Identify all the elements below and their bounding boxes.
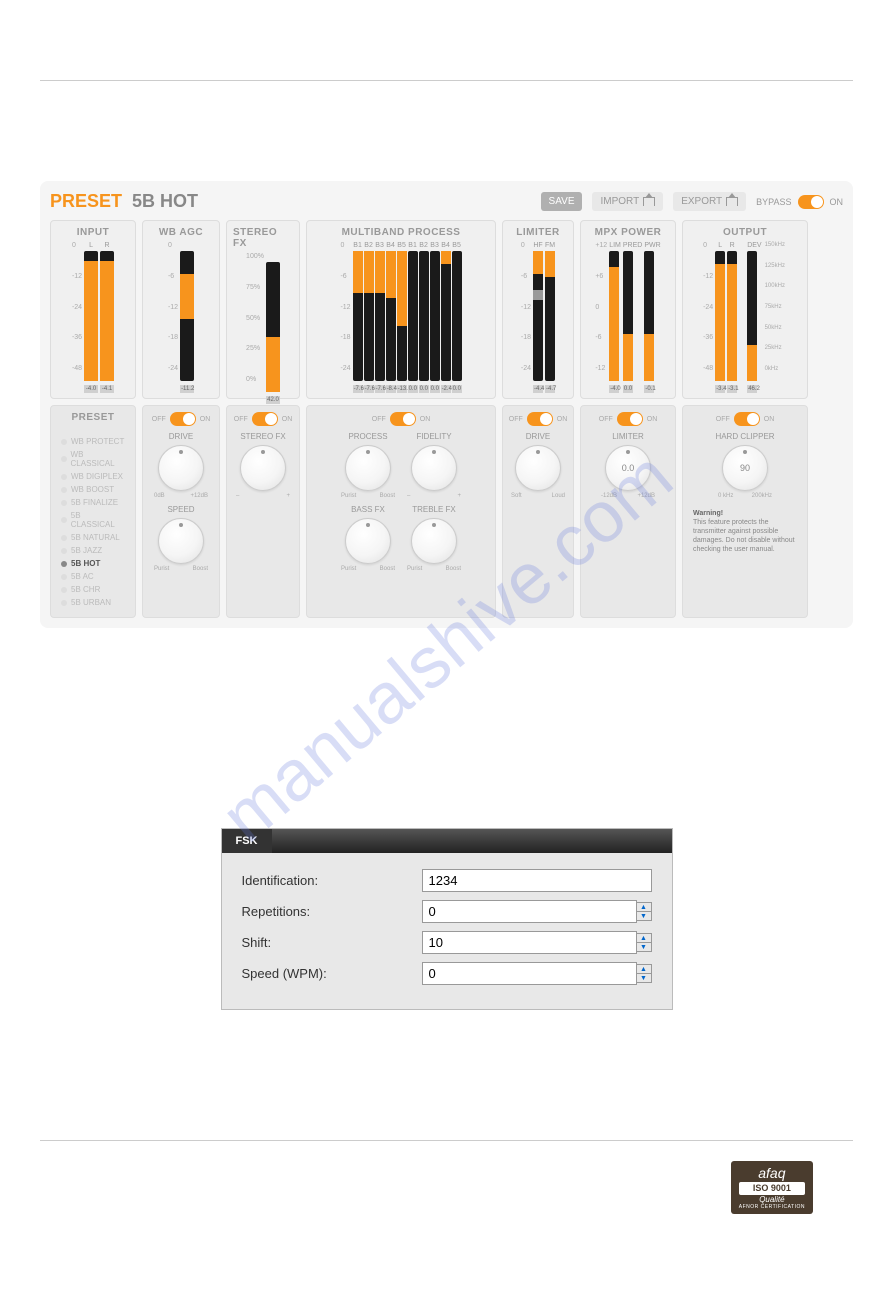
wbagc-controls: OFFON DRIVE0dB+12dB SPEEDPuristBoost [142, 405, 220, 618]
limiter-meter-fm: -4.7 [545, 251, 555, 381]
output-controls: OFFON HARD CLIPPER900 kHz200kHz Warning!… [682, 405, 808, 618]
wbagc-panel: WB AGC 0-6-12-18-24 -11.2 [142, 220, 220, 399]
warning-text: Warning!This feature protects the transm… [689, 505, 801, 558]
output-toggle[interactable] [734, 412, 760, 426]
hardclip-knob[interactable]: 90 [722, 445, 768, 491]
mpx-controls: OFFON LIMITER0.0-12dB+12dB [580, 405, 676, 618]
bassfx-knob[interactable] [345, 518, 391, 564]
mpx-meter-lim: -4.0 [609, 251, 619, 381]
process-knob[interactable] [345, 445, 391, 491]
fsk-panel: FSK Identification: Repetitions: ▲▼ Shift… [221, 828, 673, 1010]
shift-label: Shift: [242, 935, 422, 950]
multiband-meter-4: -13.6 [397, 251, 407, 381]
multiband-meter-3: -8.4 [386, 251, 396, 381]
import-icon [643, 197, 655, 206]
export-icon [726, 197, 738, 206]
preset-item-wb-classical[interactable]: WB CLASSICAL [61, 450, 125, 468]
input-meter-l: -4.0 [84, 251, 98, 381]
limiter-panel: LIMITER 0-6-12-18-24 HF-4.4 FM-4.7 [502, 220, 574, 399]
preset-item-5b-urban[interactable]: 5B URBAN [61, 598, 125, 607]
stereofx-meter: 42.0 [266, 262, 280, 392]
limiter-drive-knob[interactable] [515, 445, 561, 491]
repetitions-input[interactable] [422, 900, 637, 923]
multiband-meter-5: 0.0 [408, 251, 418, 381]
preset-name: 5B HOT [132, 191, 198, 212]
preset-item-5b-ac[interactable]: 5B AC [61, 572, 125, 581]
input-panel: INPUT 0-12-24-36-48 L -4.0 R -4.1 [50, 220, 136, 399]
speed-input[interactable] [422, 962, 637, 985]
identification-input[interactable] [422, 869, 652, 892]
import-button[interactable]: IMPORT [592, 192, 663, 211]
stereofx-controls: OFFON STEREO FX–+ [226, 405, 300, 618]
identification-label: Identification: [242, 873, 422, 888]
preset-item-5b-jazz[interactable]: 5B JAZZ [61, 546, 125, 555]
stereofx-knob[interactable] [240, 445, 286, 491]
bypass-label: BYPASS [756, 197, 791, 207]
limiter-toggle[interactable] [527, 412, 553, 426]
multiband-meter-6: 0.0 [419, 251, 429, 381]
limiter-meter-hf: -4.4 [533, 251, 543, 381]
drive-knob[interactable] [158, 445, 204, 491]
multiband-panel: MULTIBAND PROCESS 0-6-12-18-24 B1-7.6B2-… [306, 220, 496, 399]
output-panel: OUTPUT 0-12-24-36-48 L-3.4 R-3.1 DEV46.2… [682, 220, 808, 399]
multiband-meter-8: -2.4 [441, 251, 451, 381]
bypass-toggle[interactable] [798, 195, 824, 209]
mpx-toggle[interactable] [617, 412, 643, 426]
multiband-toggle[interactable] [390, 412, 416, 426]
preset-item-5b-natural[interactable]: 5B NATURAL [61, 533, 125, 542]
mpx-panel: MPX POWER +12+60-6-12 LIM-4.0 PRED0.0 PW… [580, 220, 676, 399]
mpx-meter-pwr: -0.1 [644, 251, 654, 381]
preset-item-5b-classical[interactable]: 5B CLASSICAL [61, 511, 125, 529]
output-meter-r: -3.1 [727, 251, 737, 381]
export-button[interactable]: EXPORT [673, 192, 746, 211]
repetitions-spinner[interactable]: ▲▼ [637, 902, 652, 921]
multiband-meter-1: -7.6 [364, 251, 374, 381]
multiband-meter-9: 0.0 [452, 251, 462, 381]
treblefx-knob[interactable] [411, 518, 457, 564]
audio-plugin-panel: PRESET 5B HOT SAVE IMPORT EXPORT BYPASS … [40, 181, 853, 628]
preset-item-5b-chr[interactable]: 5B CHR [61, 585, 125, 594]
limiter-controls: OFFON DRIVESoftLoud [502, 405, 574, 618]
preset-item-5b-finalize[interactable]: 5B FINALIZE [61, 498, 125, 507]
multiband-meter-2: -7.6 [375, 251, 385, 381]
output-meter-l: -3.4 [715, 251, 725, 381]
fidelity-knob[interactable] [411, 445, 457, 491]
preset-item-5b-hot[interactable]: 5B HOT [61, 559, 125, 568]
mpx-meter-pred: 0.0 [623, 251, 633, 381]
preset-item-wb-protect[interactable]: WB PROTECT [61, 437, 125, 446]
input-meter-r: -4.1 [100, 251, 114, 381]
preset-item-wb-digiplex[interactable]: WB DIGIPLEX [61, 472, 125, 481]
repetitions-label: Repetitions: [242, 904, 422, 919]
preset-item-wb-boost[interactable]: WB BOOST [61, 485, 125, 494]
output-meter-dev: 46.2 [747, 251, 757, 381]
multiband-meter-0: -7.6 [353, 251, 363, 381]
save-button[interactable]: SAVE [541, 192, 583, 211]
stereofx-toggle[interactable] [252, 412, 278, 426]
preset-label: PRESET [50, 191, 122, 212]
wbagc-toggle[interactable] [170, 412, 196, 426]
fsk-tab[interactable]: FSK [222, 829, 272, 853]
afaq-badge: afaq ISO 9001 Qualité AFNOR CERTIFICATIO… [40, 1161, 813, 1214]
multiband-meter-7: 0.0 [430, 251, 440, 381]
multiband-controls: OFFON PROCESSPuristBoost FIDELITY–+ BASS… [306, 405, 496, 618]
shift-spinner[interactable]: ▲▼ [637, 933, 652, 952]
stereofx-panel: STEREO FX 100%75%50%25%0% 42.0 [226, 220, 300, 399]
preset-list-panel: PRESET WB PROTECTWB CLASSICALWB DIGIPLEX… [50, 405, 136, 618]
speed-knob[interactable] [158, 518, 204, 564]
shift-input[interactable] [422, 931, 637, 954]
speed-spinner[interactable]: ▲▼ [637, 964, 652, 983]
limiter-knob[interactable]: 0.0 [605, 445, 651, 491]
wbagc-meter: -11.2 [180, 251, 194, 381]
speed-label: Speed (WPM): [242, 966, 422, 981]
